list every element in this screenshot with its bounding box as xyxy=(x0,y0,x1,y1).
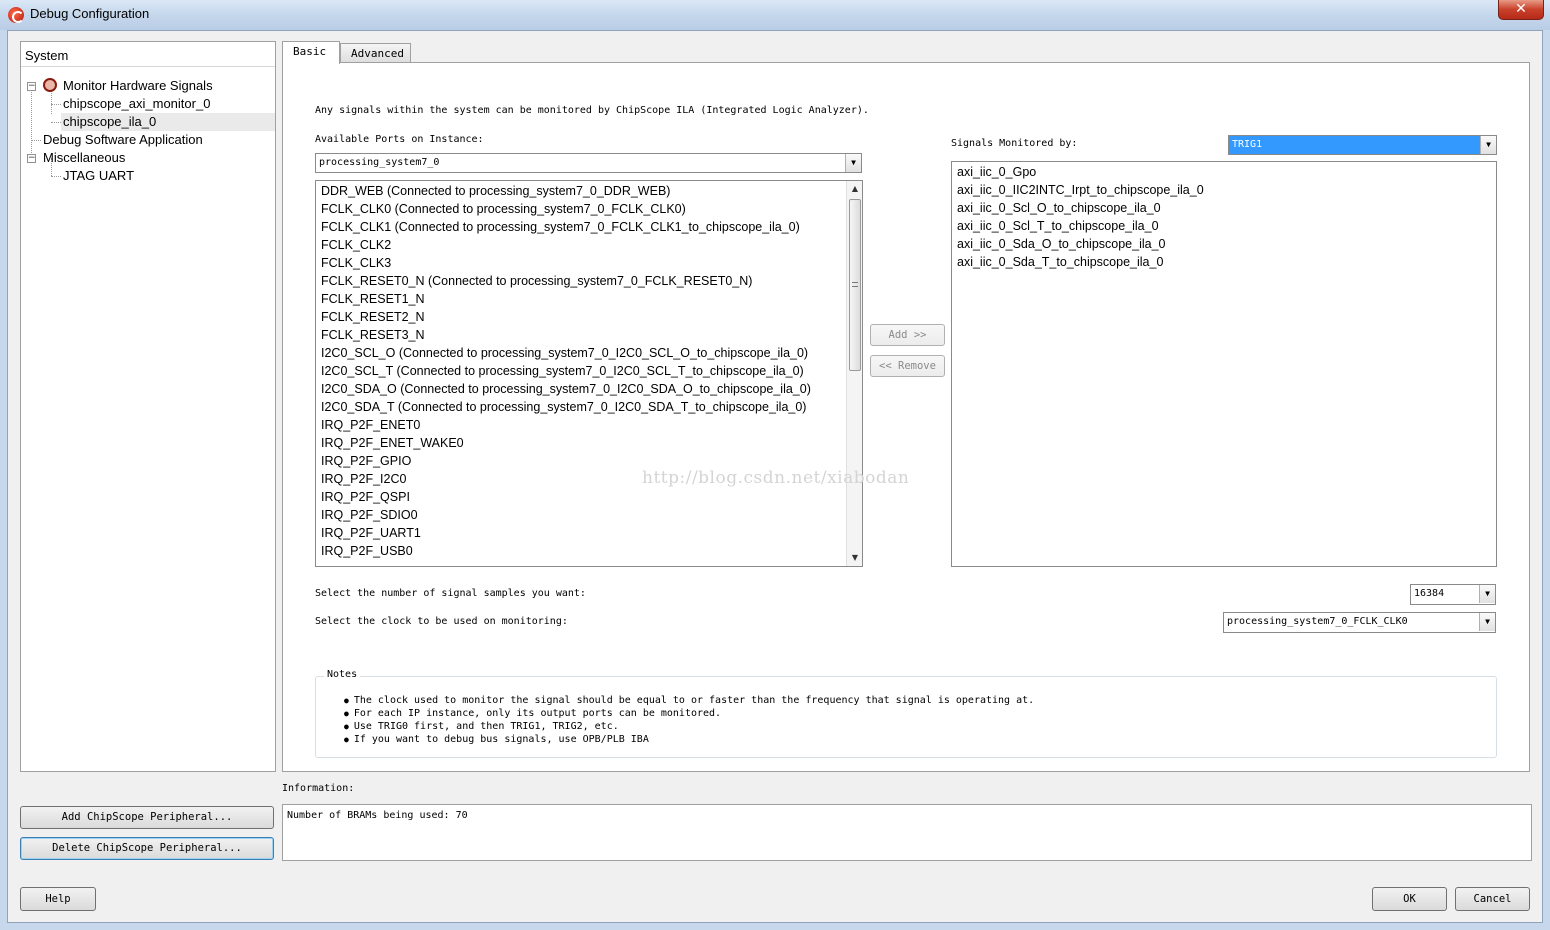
port-list-item[interactable]: IRQ_P2F_UART1 xyxy=(316,524,862,542)
note-item: Use TRIG0 first, and then TRIG1, TRIG2, … xyxy=(354,720,1034,733)
port-list-item[interactable]: IRQ_P2F_ENET_WAKE0 xyxy=(316,434,862,452)
notes-list: The clock used to monitor the signal sho… xyxy=(354,694,1034,746)
trigger-select-value: TRIG1 xyxy=(1232,139,1263,150)
tree-item-jtag-uart[interactable]: JTAG UART xyxy=(63,167,134,185)
samples-label: Select the number of signal samples you … xyxy=(315,588,586,599)
port-list-item[interactable]: IRQ_P2F_SDIO0 xyxy=(316,506,862,524)
window-title: Debug Configuration xyxy=(30,6,150,21)
system-panel: System − Monitor Hardware Signals chipsc… xyxy=(20,41,276,772)
system-panel-header: System xyxy=(21,42,275,67)
dropdown-arrow-icon[interactable]: ▼ xyxy=(1479,613,1495,631)
ok-button[interactable]: OK xyxy=(1372,887,1447,911)
add-signal-button[interactable]: Add >> xyxy=(870,324,945,346)
port-list-item[interactable]: FCLK_RESET1_N xyxy=(316,290,862,308)
port-list-item[interactable]: FCLK_RESET2_N xyxy=(316,308,862,326)
port-list-item[interactable]: FCLK_CLK3 xyxy=(316,254,862,272)
monitored-signal-item[interactable]: axi_iic_0_Sda_T_to_chipscope_ila_0 xyxy=(952,253,1496,271)
clock-select-value: processing_system7_0_FCLK_CLK0 xyxy=(1227,616,1408,627)
available-ports-label: Available Ports on Instance: xyxy=(315,134,484,145)
tree-connector xyxy=(31,82,32,163)
scroll-up-icon[interactable]: ▲ xyxy=(847,181,862,197)
basic-tab-panel: Any signals within the system can be mon… xyxy=(282,62,1530,772)
remove-signal-button[interactable]: << Remove xyxy=(870,355,945,377)
tree-connector xyxy=(51,104,61,105)
clock-label: Select the clock to be used on monitorin… xyxy=(315,616,568,627)
instance-select-value: processing_system7_0 xyxy=(319,157,440,168)
dropdown-arrow-icon[interactable]: ▼ xyxy=(1480,136,1496,154)
port-list-item[interactable]: I2C0_SCL_O (Connected to processing_syst… xyxy=(316,344,862,362)
port-list-item[interactable]: FCLK_CLK2 xyxy=(316,236,862,254)
port-list-item[interactable]: IRQ_P2F_USB0 xyxy=(316,542,862,560)
samples-select[interactable]: 16384 ▼ xyxy=(1410,584,1496,605)
tree-item-label: Monitor Hardware Signals xyxy=(63,78,213,93)
dropdown-arrow-icon[interactable]: ▼ xyxy=(845,154,861,172)
delete-chipscope-peripheral-button[interactable]: Delete ChipScope Peripheral... xyxy=(20,837,274,860)
notes-group: Notes The clock used to monitor the sign… xyxy=(315,669,1497,758)
collapse-icon[interactable]: − xyxy=(27,82,36,91)
signals-monitored-label: Signals Monitored by: xyxy=(951,138,1078,149)
monitored-signals-list[interactable]: axi_iic_0_Gpo axi_iic_0_IIC2INTC_Irpt_to_… xyxy=(951,161,1497,567)
port-list-item[interactable]: FCLK_RESET0_N (Connected to processing_s… xyxy=(316,272,862,290)
monitor-hardware-icon xyxy=(43,78,57,92)
monitored-signal-item[interactable]: axi_iic_0_Scl_T_to_chipscope_ila_0 xyxy=(952,217,1496,235)
information-label: Information: xyxy=(282,783,355,794)
notes-title: Notes xyxy=(324,669,361,680)
port-list-item[interactable]: I2C0_SCL_T (Connected to processing_syst… xyxy=(316,362,862,380)
monitored-signal-item[interactable]: axi_iic_0_Scl_O_to_chipscope_ila_0 xyxy=(952,199,1496,217)
port-list-item[interactable]: IRQ_P2F_ENET0 xyxy=(316,416,862,434)
monitored-signal-item[interactable]: axi_iic_0_Sda_O_to_chipscope_ila_0 xyxy=(952,235,1496,253)
tree-item-monitor-hardware-signals[interactable]: Monitor Hardware Signals xyxy=(43,77,213,95)
help-button[interactable]: Help xyxy=(20,887,96,911)
scrollbar-thumb[interactable] xyxy=(849,199,861,371)
instance-select[interactable]: processing_system7_0 ▼ xyxy=(315,153,862,173)
title-bar: Debug Configuration ✕ xyxy=(0,0,1550,30)
close-button[interactable]: ✕ xyxy=(1498,0,1544,20)
tree-item-chipscope-axi-monitor[interactable]: chipscope_axi_monitor_0 xyxy=(63,95,210,113)
tab-advanced[interactable]: Advanced xyxy=(340,43,411,64)
scroll-down-icon[interactable]: ▼ xyxy=(847,550,862,566)
samples-select-value: 16384 xyxy=(1414,588,1445,599)
description-text: Any signals within the system can be mon… xyxy=(315,105,869,116)
tree-item-miscellaneous[interactable]: Miscellaneous xyxy=(43,149,125,167)
information-box: Number of BRAMs being used: 70 xyxy=(282,804,1532,861)
monitored-signal-item[interactable]: axi_iic_0_Gpo xyxy=(952,163,1496,181)
tree-item-debug-software-application[interactable]: Debug Software Application xyxy=(43,131,203,149)
add-chipscope-peripheral-button[interactable]: Add ChipScope Peripheral... xyxy=(20,806,274,829)
tree-connector xyxy=(51,176,61,177)
tree-item-chipscope-ila[interactable]: chipscope_ila_0 xyxy=(61,113,275,131)
trigger-select[interactable]: TRIG1 ▼ xyxy=(1228,135,1497,155)
port-list-item[interactable]: FCLK_RESET3_N xyxy=(316,326,862,344)
tree-connector xyxy=(31,140,41,141)
note-item: For each IP instance, only its output po… xyxy=(354,707,1034,720)
port-list-item[interactable]: I2C0_SDA_O (Connected to processing_syst… xyxy=(316,380,862,398)
port-list-item[interactable]: IRQ_P2F_QSPI xyxy=(316,488,862,506)
dropdown-arrow-icon[interactable]: ▼ xyxy=(1479,585,1495,603)
port-list-item[interactable]: FCLK_CLK1 (Connected to processing_syste… xyxy=(316,218,862,236)
tree-connector xyxy=(51,122,61,123)
cancel-button[interactable]: Cancel xyxy=(1455,887,1530,911)
watermark: http://blog.csdn.net/xiabodan xyxy=(642,468,910,488)
note-item: The clock used to monitor the signal sho… xyxy=(354,694,1034,707)
clock-select[interactable]: processing_system7_0_FCLK_CLK0 ▼ xyxy=(1223,612,1496,633)
port-list-item[interactable]: FCLK_CLK0 (Connected to processing_syste… xyxy=(316,200,862,218)
port-list-item[interactable]: I2C0_SDA_T (Connected to processing_syst… xyxy=(316,398,862,416)
available-ports-list[interactable]: DDR_WEB (Connected to processing_system7… xyxy=(315,180,863,567)
app-logo-icon xyxy=(8,7,24,23)
port-list-item[interactable]: DDR_WEB (Connected to processing_system7… xyxy=(316,182,862,200)
note-item: If you want to debug bus signals, use OP… xyxy=(354,733,1034,746)
monitored-signal-item[interactable]: axi_iic_0_IIC2INTC_Irpt_to_chipscope_ila… xyxy=(952,181,1496,199)
dialog-client-area: System − Monitor Hardware Signals chipsc… xyxy=(7,30,1543,923)
tab-basic[interactable]: Basic xyxy=(282,41,340,64)
collapse-icon[interactable]: − xyxy=(27,154,36,163)
ports-scrollbar[interactable]: ▲ ▼ xyxy=(846,181,862,566)
